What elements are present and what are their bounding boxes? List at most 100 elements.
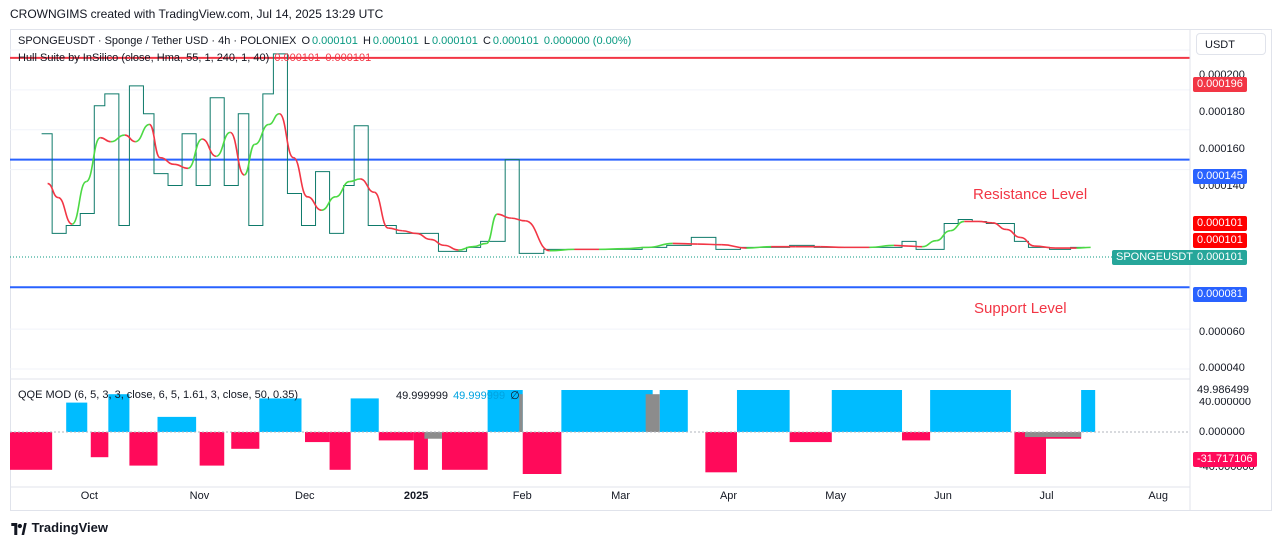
hull-segment [373,191,389,229]
qqe-bar [1014,432,1047,474]
time-tick: Oct [80,490,98,502]
hull-segment [598,247,624,251]
symbol-legend[interactable]: SPONGEUSDT · Sponge / Tether USD · 4h · … [18,35,633,47]
qqe-bar [831,390,903,432]
hull-price-tag-a: 0.000101 [1193,216,1247,231]
qqe-values: 49.999999 49.999999 ∅ [396,389,522,402]
hull-suite-line [47,112,1091,252]
high-label: H [362,35,371,47]
qqe-bar [1081,390,1096,432]
resistance-top-price-tag: 0.000196 [1193,77,1247,92]
price-tick: 0.000060 [1199,326,1245,338]
price-tick: 0.000040 [1199,362,1245,374]
time-tick: 2025 [403,490,429,502]
hull-price-tag-b: 0.000101 [1193,233,1247,248]
hull-segment [335,180,350,198]
low-value: 0.000101 [431,35,478,47]
qqe-bar [789,432,832,443]
qqe-bar [522,432,562,474]
hull-segment [978,220,993,224]
qqe-neutral-bar [424,432,442,439]
symbol-title: SPONGEUSDT · Sponge / Tether USD · 4h · … [18,35,297,47]
price-series [41,53,1085,254]
price-tick: 0.000160 [1199,143,1245,155]
close-label: C [482,35,491,47]
hull-segment [721,243,747,249]
qqe-neutral-bar [1024,432,1082,438]
qqe-legend[interactable]: QQE MOD (6, 5, 3, 3, close, 6, 5, 1.61, … [18,389,300,401]
qqe-legend-text: QQE MOD (6, 5, 3, 3, close, 6, 5, 1.61, … [18,389,299,401]
chart-canvas[interactable] [0,0,1281,546]
time-tick: Jun [934,490,952,502]
level-lines [10,56,1190,289]
chart-grid [10,49,1190,370]
time-tick: Nov [189,490,210,502]
hull-segment [525,219,551,252]
symbol-name-tag: SPONGEUSDT [1112,250,1198,265]
hull-segment [458,245,473,251]
qqe-bar [305,432,330,443]
qqe-bar [659,390,688,432]
hull-segment [820,245,845,249]
time-tick: Dec [295,490,315,502]
qqe-bar [231,432,260,449]
qqe-neutral-bar [645,394,660,432]
qqe-bar [561,390,653,432]
hull-segment [254,123,270,146]
hull-segment [497,213,512,219]
open-value: 0.000101 [312,35,358,47]
qqe-bar [350,398,379,432]
time-tick: Mar [611,490,631,502]
hull-segment [229,131,246,176]
qqe-bar [90,432,109,458]
qqe-tick: 0.000000 [1199,426,1245,438]
hull-segment [1076,246,1091,249]
qqe-bar [66,402,88,432]
hull-segment [430,238,445,247]
hull-segment [321,196,336,211]
qqe-histogram [10,390,1190,474]
hull-segment [173,163,189,170]
hull-segment [135,123,150,143]
qqe-bar [441,432,488,470]
close-value: 0.000101 [492,35,539,47]
change-value: 0.000000 (0.00%) [543,35,632,47]
hull-legend-text: Hull Suite by InSilico (close, Hma, 55, … [18,52,270,64]
qqe-bar [930,390,1011,432]
currency-selector[interactable]: USDT [1196,33,1266,55]
resistance-annotation: Resistance Level [973,186,1088,203]
footer-brand: TradingView [10,520,108,535]
hull-segment [110,134,125,143]
hull-segment [187,138,203,170]
qqe-value-2: 49.999999 [453,390,506,402]
time-tick: Apr [719,490,738,502]
hull-segment [292,156,308,198]
hull-segment [268,112,280,126]
hull-segment [215,131,231,158]
hull-segment [950,220,965,232]
tradingview-logo-icon [11,522,27,535]
hull-segment [124,134,136,143]
hull-segment [623,246,649,250]
resistance-price-tag: 0.000145 [1193,169,1247,184]
qqe-bar [329,432,351,470]
time-tick: Feb [512,490,532,502]
hull-segment [307,196,322,211]
qqe-na-symbol: ∅ [510,390,520,402]
qqe-bar [157,416,197,432]
hull-segment [935,229,951,242]
hull-segment [201,138,217,158]
price-step-line [41,53,1085,254]
high-value: 0.000101 [372,35,419,47]
hull-legend[interactable]: Hull Suite by InSilico (close, Hma, 55, … [18,52,373,64]
hull-value-2: 0.000101 [325,52,372,64]
hull-segment [278,112,295,159]
low-label: L [423,35,430,47]
hull-value-1: 0.000101 [274,52,321,64]
hull-segment [893,244,909,247]
qqe-bar [10,432,53,470]
last-price-tag: 0.000101 [1193,250,1247,265]
hull-segment [71,180,88,225]
qqe-top-tag: 49.986499 [1193,383,1253,398]
time-tick: Aug [1148,490,1168,502]
